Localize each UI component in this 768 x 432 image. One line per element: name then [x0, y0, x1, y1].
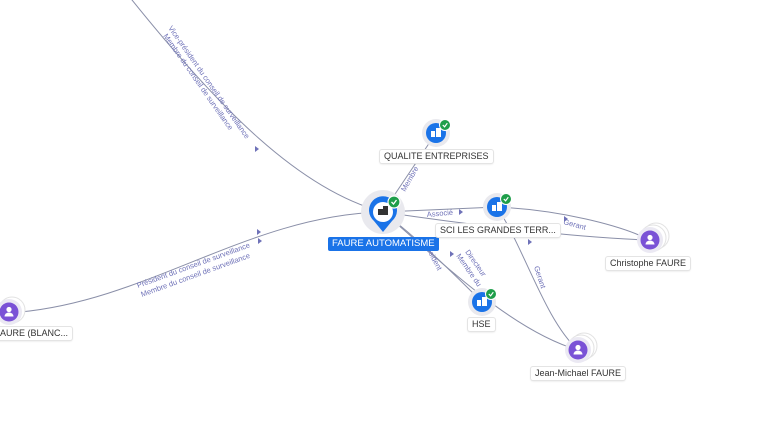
- node-label-blanc[interactable]: AURE (BLANC...: [0, 327, 73, 340]
- node-jeanmichel[interactable]: [565, 332, 598, 363]
- edge-label-top-2: Membre du conseil de surveillance: [161, 32, 235, 132]
- edge-label-sci: Associé: [426, 208, 453, 219]
- verified-badge-icon: [485, 288, 497, 300]
- edge-label-top-1: Vice-président du conseil de surveillanc…: [166, 24, 251, 140]
- node-label-main[interactable]: FAURE AUTOMATISME: [328, 237, 439, 251]
- node-blanc[interactable]: [0, 296, 26, 325]
- arrow-marker: [257, 229, 261, 235]
- node-label-jeanmichel[interactable]: Jean-Michael FAURE: [531, 367, 626, 380]
- edge-label-jm-sci: Gerant: [532, 265, 548, 290]
- edge-label-qualite: Membre: [399, 165, 421, 193]
- node-sci[interactable]: [483, 193, 512, 221]
- node-christophe[interactable]: [637, 222, 670, 253]
- arrow-marker: [528, 239, 532, 245]
- verified-badge-icon: [387, 195, 401, 209]
- verified-badge-icon: [500, 193, 512, 205]
- arrow-marker: [459, 209, 463, 215]
- edge-top-person: [131, 0, 384, 213]
- node-label-christophe[interactable]: Christophe FAURE: [606, 257, 691, 270]
- arrow-marker: [258, 238, 262, 244]
- node-label-qualite[interactable]: QUALITE ENTREPRISES: [380, 150, 493, 163]
- relationship-graph: Vice-président du conseil de surveillanc…: [0, 0, 670, 363]
- node-label-hse[interactable]: HSE: [468, 318, 495, 331]
- arrow-marker: [255, 146, 259, 152]
- node-qualite[interactable]: [422, 119, 451, 147]
- node-hse[interactable]: [468, 288, 497, 316]
- verified-badge-icon: [439, 119, 451, 131]
- arrow-marker: [450, 251, 454, 257]
- node-label-sci[interactable]: SCI LES GRANDES TERR...: [436, 224, 560, 237]
- node-main[interactable]: [361, 190, 405, 234]
